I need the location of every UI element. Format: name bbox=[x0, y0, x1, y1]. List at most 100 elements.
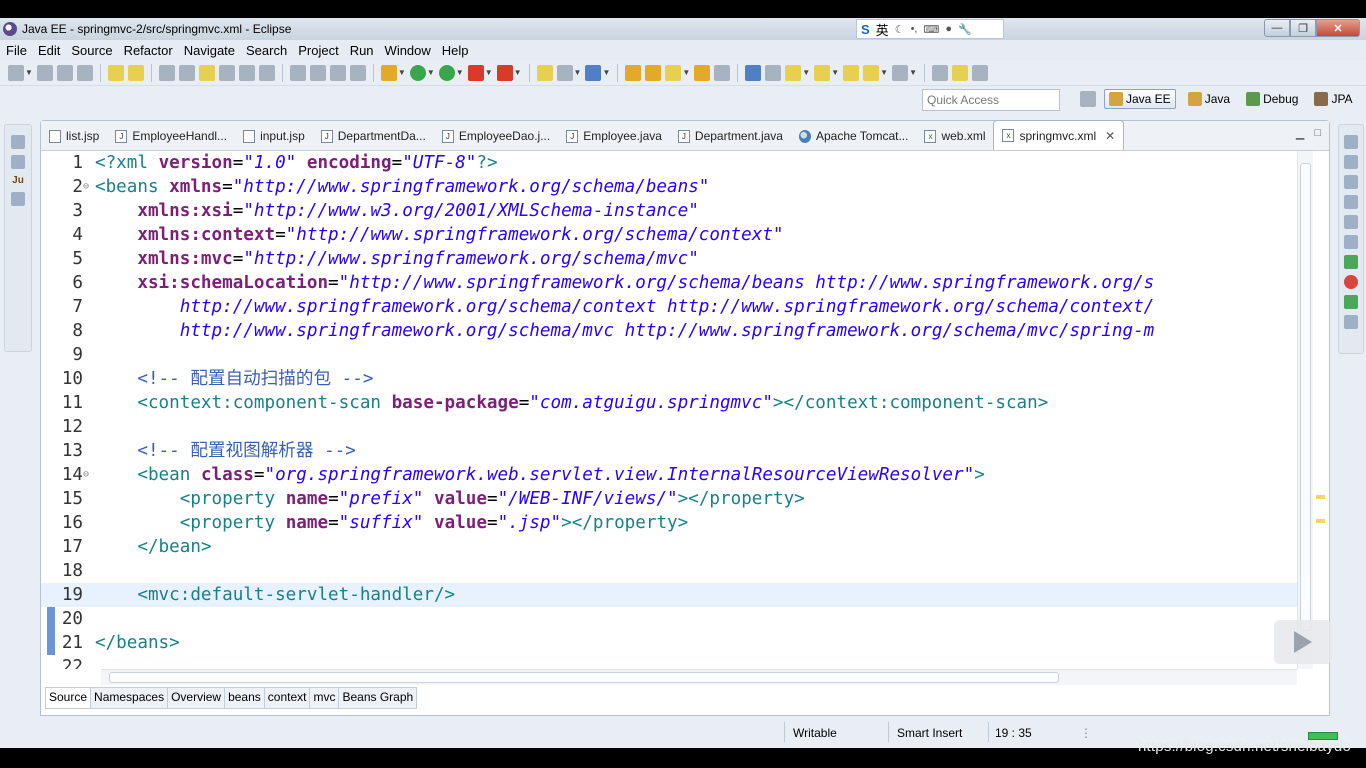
perspective-java-ee[interactable]: Java EE bbox=[1104, 89, 1176, 109]
code-line[interactable]: 10 <!-- 配置自动扫描的包 --> bbox=[41, 367, 1297, 391]
block-select-icon[interactable] bbox=[198, 64, 215, 81]
menu-file[interactable]: File bbox=[6, 43, 27, 58]
code-line[interactable]: 6 xsi:schemaLocation="http://www.springf… bbox=[41, 271, 1297, 295]
code-text[interactable]: http://www.springframework.org/schema/mv… bbox=[95, 319, 1155, 343]
punctuation-icon[interactable]: •, bbox=[911, 23, 918, 35]
undo-icon[interactable] bbox=[238, 64, 255, 81]
code-line[interactable]: 4 xmlns:context="http://www.springframew… bbox=[41, 223, 1297, 247]
menu-navigate[interactable]: Navigate bbox=[184, 43, 235, 58]
run-icon[interactable] bbox=[409, 64, 426, 81]
horizontal-scroll-thumb[interactable] bbox=[109, 672, 1059, 683]
minimize-button[interactable]: — bbox=[1264, 19, 1290, 37]
open-perspective-icon[interactable] bbox=[1080, 91, 1096, 107]
maximize-icon[interactable]: □ bbox=[1314, 127, 1321, 140]
pin-icon[interactable] bbox=[765, 64, 782, 81]
prev-annotation-dropdown-icon[interactable]: ▼ bbox=[831, 68, 839, 77]
next-annotation-icon[interactable] bbox=[785, 64, 802, 81]
word-wrap-icon[interactable] bbox=[178, 64, 195, 81]
new-server-icon[interactable] bbox=[536, 64, 553, 81]
code-line[interactable]: 1 <?xml version="1.0" encoding="UTF-8"?> bbox=[41, 151, 1297, 175]
suspend-icon[interactable] bbox=[309, 64, 326, 81]
grid-icon[interactable] bbox=[971, 64, 988, 81]
page-tab-source[interactable]: Source bbox=[45, 687, 92, 709]
ime-language[interactable]: 英 bbox=[876, 20, 889, 39]
code-line[interactable]: 18 bbox=[41, 559, 1297, 583]
open-folder-icon[interactable] bbox=[625, 64, 642, 81]
next-annotation-dropdown-icon[interactable]: ▼ bbox=[802, 68, 810, 77]
code-line[interactable]: 16 <property name="suffix" value=".jsp">… bbox=[41, 511, 1297, 535]
print-icon[interactable] bbox=[76, 64, 93, 81]
back-nav-dropdown-icon[interactable]: ▼ bbox=[880, 68, 888, 77]
menu-window[interactable]: Window bbox=[385, 43, 431, 58]
code-line[interactable]: 19 <mvc:default-servlet-handler/> bbox=[41, 583, 1297, 607]
problems-icon[interactable] bbox=[1344, 255, 1358, 269]
data-source-icon[interactable] bbox=[1344, 215, 1358, 229]
snippets-icon[interactable] bbox=[1344, 235, 1358, 249]
tab-employee-handler[interactable]: J EmployeeHandl... bbox=[107, 122, 235, 150]
back-nav-icon[interactable] bbox=[863, 64, 880, 81]
page-tab-beans-graph[interactable]: Beans Graph bbox=[339, 687, 418, 709]
pin-editor-icon[interactable] bbox=[931, 64, 948, 81]
code-text[interactable]: <bean class="org.springframework.web.ser… bbox=[95, 463, 984, 487]
save-icon[interactable] bbox=[36, 64, 53, 81]
tab-springmvc-xml[interactable]: x springmvc.xml ✕ bbox=[993, 120, 1125, 150]
minimize-icon[interactable]: ▁ bbox=[1296, 127, 1304, 140]
code-area[interactable]: 1 <?xml version="1.0" encoding="UTF-8"?> 2… bbox=[41, 151, 1297, 669]
code-text[interactable]: xmlns:mvc="http://www.springframework.or… bbox=[95, 247, 698, 271]
new-class-dropdown-icon[interactable]: ▼ bbox=[602, 68, 610, 77]
code-line[interactable]: 8 http://www.springframework.org/schema/… bbox=[41, 319, 1297, 343]
prev-annotation-icon[interactable] bbox=[814, 64, 831, 81]
page-tab-namespaces[interactable]: Namespaces bbox=[91, 687, 169, 709]
wrench-icon[interactable]: 🔧 bbox=[958, 23, 972, 36]
menu-search[interactable]: Search bbox=[246, 43, 287, 58]
code-line[interactable]: 3 xmlns:xsi="http://www.w3.org/2001/XMLS… bbox=[41, 199, 1297, 223]
stop-server-icon[interactable] bbox=[467, 64, 484, 81]
tab-department-dao[interactable]: J DepartmentDa... bbox=[313, 122, 434, 150]
close-button[interactable]: ✕ bbox=[1316, 19, 1360, 37]
tab-apache-tomcat[interactable]: Apache Tomcat... bbox=[791, 122, 917, 150]
open-type-icon[interactable] bbox=[107, 64, 124, 81]
code-line[interactable]: 21 </beans> bbox=[41, 631, 1297, 655]
horizontal-scrollbar[interactable] bbox=[101, 669, 1297, 685]
code-line[interactable]: 9 bbox=[41, 343, 1297, 367]
code-text[interactable]: <mvc:default-servlet-handler/> bbox=[95, 583, 455, 607]
moon-icon[interactable]: ☾ bbox=[895, 23, 905, 36]
keyboard-icon[interactable]: ⌨ bbox=[923, 23, 939, 36]
outline-icon[interactable] bbox=[11, 192, 25, 206]
new-class-icon[interactable] bbox=[585, 64, 602, 81]
page-tab-context[interactable]: context bbox=[264, 687, 311, 709]
disconnect-icon[interactable] bbox=[349, 64, 366, 81]
ime-toolbar[interactable]: S 英 ☾ •, ⌨ ● 🔧 bbox=[856, 19, 1004, 39]
menu-refactor[interactable]: Refactor bbox=[124, 43, 173, 58]
restore-icon[interactable] bbox=[11, 135, 25, 149]
code-line[interactable]: 12 bbox=[41, 415, 1297, 439]
save-all-icon[interactable] bbox=[56, 64, 73, 81]
tab-employee-dao[interactable]: J EmployeeDao.j... bbox=[434, 122, 558, 150]
menu-edit[interactable]: Edit bbox=[38, 43, 60, 58]
code-line[interactable]: 13 <!-- 配置视图解析器 --> bbox=[41, 439, 1297, 463]
code-text[interactable]: </beans> bbox=[95, 631, 180, 655]
user-icon[interactable]: ● bbox=[945, 23, 952, 35]
code-line[interactable]: 17 </bean> bbox=[41, 535, 1297, 559]
servers-icon[interactable] bbox=[1344, 195, 1358, 209]
code-text[interactable]: </bean> bbox=[95, 535, 211, 559]
code-text[interactable]: <property name="prefix" value="/WEB-INF/… bbox=[95, 487, 805, 511]
run-dropdown-icon[interactable]: ▼ bbox=[427, 68, 435, 77]
page-tab-mvc[interactable]: mvc bbox=[310, 687, 340, 709]
code-line[interactable]: 11 <context:component-scan base-package=… bbox=[41, 391, 1297, 415]
tab-employee-java[interactable]: J Employee.java bbox=[558, 122, 670, 150]
code-text[interactable]: xmlns:xsi="http://www.w3.org/2001/XMLSch… bbox=[95, 199, 698, 223]
new-icon[interactable] bbox=[8, 64, 24, 81]
code-text[interactable]: http://www.springframework.org/schema/co… bbox=[95, 295, 1155, 319]
fold-toggle-icon[interactable]: ⊖ bbox=[83, 463, 89, 487]
project-explorer-icon[interactable] bbox=[11, 155, 25, 169]
close-tab-icon[interactable]: ✕ bbox=[1105, 129, 1115, 143]
code-line[interactable]: 2 ⊖ <beans xmlns="http://www.springframewo… bbox=[41, 175, 1297, 199]
code-line[interactable]: 20 bbox=[41, 607, 1297, 631]
forward-nav-icon[interactable] bbox=[892, 64, 909, 81]
last-edit-icon[interactable] bbox=[843, 64, 860, 81]
fold-toggle-icon[interactable]: ⊖ bbox=[83, 175, 89, 199]
restore-icon[interactable] bbox=[1344, 135, 1358, 149]
junit-icon[interactable]: Ju bbox=[12, 175, 24, 186]
code-line[interactable]: 22 bbox=[41, 655, 1297, 669]
